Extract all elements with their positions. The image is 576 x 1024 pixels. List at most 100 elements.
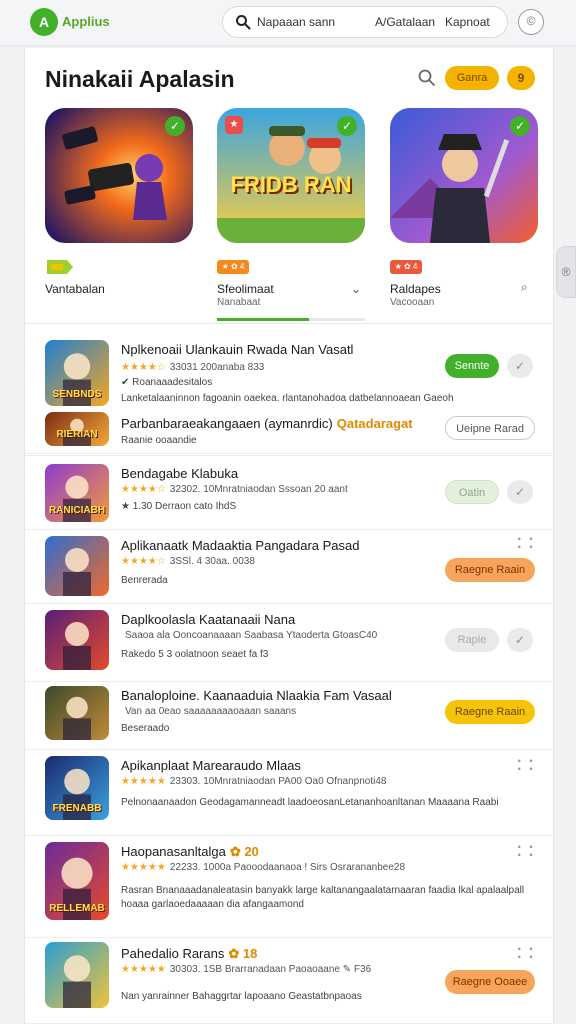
app-title-text: Pahedalio Rarans (121, 946, 225, 961)
app-title[interactable]: Daplkoolasla Kaatanaaii Nana (121, 612, 295, 627)
star-rating-icon: ★★★★☆ (121, 362, 166, 373)
chevron-down-icon[interactable]: ⌄ (351, 282, 361, 296)
check-icon[interactable]: ✓ (507, 480, 533, 504)
app-title-text: Aplikanaatk Madaaktia Pangadara Pasad (121, 538, 360, 553)
app-action-button[interactable]: Raple (445, 628, 499, 652)
featured-search-icon[interactable] (417, 68, 437, 88)
featured-count-badge[interactable]: 9 (507, 66, 535, 90)
app-list-item[interactable]: Aplikanaatk Madaaktia Pangadara Pasad ★★★… (25, 530, 555, 604)
app-meta: 30303. 1SB Brarranadaan Paoaoaane ✎ F36 (169, 964, 372, 975)
app-title[interactable]: Pahedalio Rarans ✿ 18 (121, 946, 257, 962)
top-bar: A Applius Napaaan sann A/Gatalaan Kapnoa… (0, 0, 576, 46)
app-title[interactable]: Parbanbaraeakangaaen (aymanrdic) Qatadara… (121, 416, 413, 431)
app-thumbnail[interactable] (45, 536, 109, 596)
share-icon[interactable]: ⌕ (521, 280, 528, 295)
featured-card[interactable]: ✓ (45, 108, 193, 243)
flag-icon: ★ (225, 116, 243, 134)
app-list-item[interactable]: Daplkoolasla Kaatanaaii Nana Saaoa ala Oo… (25, 604, 555, 682)
featured-card-label[interactable]: Raldapes (390, 282, 441, 296)
app-thumbnail[interactable] (45, 686, 109, 740)
app-thumbnail[interactable]: FRENABB (45, 756, 109, 820)
app-action-button[interactable]: Raegne Raain (445, 558, 535, 582)
check-icon[interactable]: ✓ (507, 628, 533, 652)
app-title-text: Parbanbaraeakangaaen (aymanrdic) (121, 416, 333, 431)
more-options-icon[interactable]: · · · · (517, 532, 535, 556)
app-thumbnail-text: RELLEMAB (49, 903, 105, 914)
app-description-2: hoaaa garlaoedaaaaan dia afangaamond (121, 899, 304, 910)
featured-card-text: FRIDB RAN (230, 172, 352, 197)
more-options-icon[interactable]: · · · · (517, 942, 535, 966)
app-rating: ★★★★☆ 33031 200anaba 833 (121, 362, 264, 373)
app-thumbnail-text: RANICIABH (48, 505, 106, 516)
verified-check-icon: ✓ (165, 116, 185, 136)
app-list-item[interactable]: RIERIAN Parbanbaraeakangaaen (aymanrdic) Q… (25, 408, 555, 456)
search-icon (236, 15, 251, 30)
more-options-icon[interactable]: · · · · (517, 840, 535, 864)
app-meta: 22233. 1000a Paooodaanaoa ! Sirs Osraran… (169, 862, 406, 873)
search-input[interactable]: Napaaan sann (257, 15, 335, 29)
app-action-button[interactable]: Sennte (445, 354, 499, 378)
app-thumbnail-art (63, 548, 91, 596)
featured-card[interactable]: ★ ✓ FRIDB RAN (217, 108, 365, 243)
carousel-progress-fill (217, 318, 309, 321)
app-title[interactable]: Aplikanaatk Madaaktia Pangadara Pasad (121, 538, 360, 553)
app-meta: 3SSl. 4 30aa. 0038 (169, 556, 255, 567)
verified-check-icon: ✓ (337, 116, 357, 136)
app-thumbnail[interactable] (45, 942, 109, 1008)
app-thumbnail-text: RIERIAN (56, 429, 98, 440)
app-logo-icon[interactable]: A (30, 8, 58, 36)
app-title[interactable]: Banaloploine. Kaanaaduia Nlaakia Fam Vas… (121, 688, 392, 703)
app-logo-text[interactable]: Applius (62, 14, 110, 29)
featured-tag-icon (47, 260, 73, 274)
featured-title: Ninakaii Apalasin (45, 66, 235, 92)
app-title-text: Daplkoolasla Kaatanaaii Nana (121, 612, 296, 627)
app-title[interactable]: Bendagabe Klabuka (121, 466, 238, 481)
app-title-text: Bendagabe Klabuka (121, 466, 239, 481)
featured-card[interactable]: ✓ (390, 108, 538, 243)
app-thumbnail-art (63, 696, 91, 740)
app-description-2: Lanketalaaninnon fagoanin oaekea. rlanta… (121, 393, 454, 404)
search-bar[interactable]: Napaaan sann A/Gatalaan Kapnoat (222, 6, 508, 38)
app-title[interactable]: Nplkenoaii Ulankauin Rwada Nan Vasatl (121, 342, 353, 357)
app-list-item[interactable]: Banaloploine. Kaanaaduia Nlaakia Fam Vas… (25, 682, 555, 750)
more-options-icon[interactable]: · · · · (517, 754, 535, 778)
star-rating-icon: ★★★★☆ (121, 484, 166, 495)
genre-filter-button[interactable]: Ganra (445, 66, 499, 90)
search-link-catalog[interactable]: A/Gatalaan (375, 15, 435, 29)
app-title[interactable]: Apikanplaat Marearaudo Mlaas (121, 758, 301, 773)
app-action-button[interactable]: Raegne Ooaee (445, 970, 535, 994)
check-icon[interactable]: ✓ (507, 354, 533, 378)
star-rating-icon: ★★★★★ (121, 964, 166, 975)
app-list-item[interactable]: Pahedalio Rarans ✿ 18 ★★★★★ 30303. 1SB Brar… (25, 938, 555, 1024)
app-meta: 33031 200anaba 833 (169, 362, 265, 373)
featured-badge: ★ ✿ 4 (390, 260, 422, 274)
profile-icon[interactable]: © (518, 9, 544, 35)
featured-badge: ★ ✿ 4 (217, 260, 249, 274)
app-title-text: Nplkenoaii Ulankauin Rwada Nan Vasatl (121, 342, 354, 357)
app-rating: ★★★★☆ 32302. 10Mnratniaodan Sssoan 20 aan… (121, 484, 348, 495)
app-rating: ★★★★☆ 3SSl. 4 30aa. 0038 (121, 556, 255, 567)
app-action-button[interactable]: Ueipne Rarad (445, 416, 535, 440)
app-thumbnail[interactable]: RANICIABH (45, 464, 109, 522)
app-thumbnail[interactable] (45, 610, 109, 670)
search-link-kapnoat[interactable]: Kapnoat (445, 15, 490, 29)
featured-card-sub: Vacooaan (390, 297, 435, 308)
side-drawer-handle[interactable]: ® (556, 246, 576, 298)
app-rating: ★★★★★ 30303. 1SB Brarranadaan Paoaoaane ✎… (121, 964, 371, 975)
app-title-text: Haopanasanltalga (121, 844, 226, 859)
app-list-item[interactable]: RANICIABH Bendagabe Klabuka ★★★★☆ 32302. 10… (25, 458, 555, 530)
app-action-button[interactable]: Oatin (445, 480, 499, 504)
featured-card-label[interactable]: Sfeolimaat (217, 282, 274, 296)
featured-card-label[interactable]: Vantabalan (45, 282, 105, 296)
app-title-text: Apikanplaat Marearaudo Mlaas (121, 758, 301, 773)
app-list-item[interactable]: FRENABB Apikanplaat Marearaudo Mlaas ★★★★★… (25, 750, 555, 836)
featured-card-sub: Nanabaat (217, 297, 261, 308)
app-action-button[interactable]: Raegne Raain (445, 700, 535, 724)
app-thumbnail[interactable]: RELLEMAB (45, 842, 109, 920)
app-title[interactable]: Haopanasanltalga ✿ 20 (121, 844, 259, 860)
app-thumbnail[interactable]: RIERIAN (45, 412, 109, 446)
app-thumbnail[interactable]: SENBNDS (45, 340, 109, 406)
app-meta: 23303. 10Mnratniaodan PA00 Oa0 Ofnanpnot… (169, 776, 387, 787)
app-description: Rasran Bnanaaadanaleatasin banyakk large… (121, 885, 525, 896)
app-list-item[interactable]: RELLEMAB Haopanasanltalga ✿ 20 ★★★★★ 22233. … (25, 836, 555, 938)
